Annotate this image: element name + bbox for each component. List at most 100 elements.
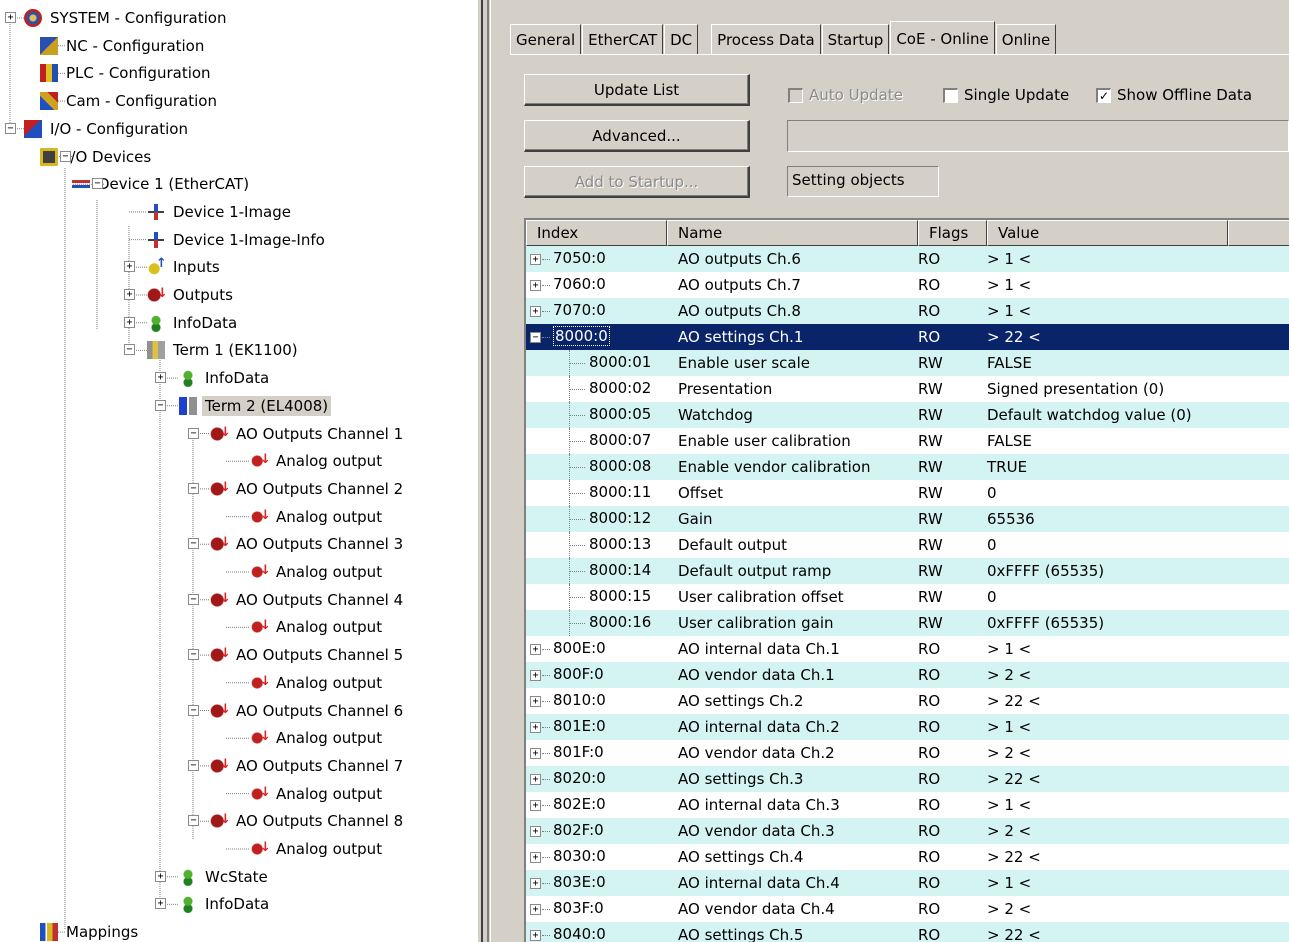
tree-item[interactable]: Analog output	[0, 449, 478, 473]
expand-icon[interactable]: +	[530, 670, 541, 681]
tree-item[interactable]: − Term 1 (EK1100)	[0, 338, 478, 362]
expand-icon[interactable]: +	[530, 852, 541, 863]
table-row[interactable]: 8000:15 User calibration offset RW 0	[526, 584, 1289, 610]
collapse-icon[interactable]: −	[124, 344, 135, 356]
table-row[interactable]: +7050:0 AO outputs Ch.6 RO > 1 <	[526, 246, 1289, 272]
table-row[interactable]: +8010:0 AO settings Ch.2 RO > 22 <	[526, 688, 1289, 714]
table-row[interactable]: − 8000:0 AO settings Ch.1 RO > 22 <	[526, 324, 1289, 350]
tree-item[interactable]: + SYSTEM - Configuration	[0, 6, 478, 30]
expand-icon[interactable]: +	[124, 316, 135, 328]
column-header-flags[interactable]: Flags	[918, 220, 987, 246]
single-update-box[interactable]	[943, 87, 958, 103]
table-row[interactable]: +803F:0 AO vendor data Ch.4 RO > 2 <	[526, 896, 1289, 922]
tree-item-label[interactable]: NC - Configuration	[63, 36, 207, 56]
expand-icon[interactable]: +	[155, 372, 166, 384]
expand-icon[interactable]: +	[530, 904, 541, 915]
expand-icon[interactable]: +	[124, 261, 135, 273]
expand-icon[interactable]: +	[530, 254, 541, 265]
tree-item-label[interactable]: PLC - Configuration	[63, 63, 214, 83]
expand-icon[interactable]: +	[530, 774, 541, 785]
collapse-icon[interactable]: −	[188, 815, 199, 827]
tree-item-label[interactable]: Analog output	[273, 507, 385, 527]
tree-item-label[interactable]: Inputs	[170, 257, 223, 277]
expand-icon[interactable]: +	[530, 826, 541, 837]
column-header-name[interactable]: Name	[667, 220, 918, 246]
expand-icon[interactable]: +	[530, 722, 541, 733]
collapse-icon[interactable]: −	[5, 122, 16, 134]
collapse-icon[interactable]: −	[188, 593, 199, 605]
tree-item-label[interactable]: Device 1-Image	[170, 202, 294, 222]
collapse-icon[interactable]: −	[188, 704, 199, 716]
collapse-icon[interactable]: −	[188, 649, 199, 661]
table-row[interactable]: 8000:11 Offset RW 0	[526, 480, 1289, 506]
tree-item-label[interactable]: Term 1 (EK1100)	[170, 340, 301, 360]
tree-item[interactable]: Device 1-Image-Info	[0, 228, 478, 252]
expand-icon[interactable]: +	[530, 644, 541, 655]
tree-item-label[interactable]: InfoData	[170, 313, 240, 333]
tree-item[interactable]: Cam - Configuration	[0, 89, 478, 113]
tab-startup[interactable]: Startup	[821, 24, 890, 54]
tree-item-label[interactable]: AO Outputs Channel 1	[233, 424, 406, 444]
table-row[interactable]: +803E:0 AO internal data Ch.4 RO > 1 <	[526, 870, 1289, 896]
tree-item-label[interactable]: Outputs	[170, 285, 236, 305]
tree-item[interactable]: − Term 2 (EL4008)	[0, 394, 478, 418]
tab-coe-online[interactable]: CoE - Online	[890, 21, 995, 55]
expand-icon[interactable]: +	[530, 748, 541, 759]
tree-item-label[interactable]: Analog output	[273, 451, 385, 471]
tree-item[interactable]: PLC - Configuration	[0, 61, 478, 85]
collapse-icon[interactable]: −	[530, 332, 541, 343]
tree-item-label[interactable]: Analog output	[273, 562, 385, 582]
tree-item-label[interactable]: Mappings	[63, 922, 141, 942]
tree-item-label[interactable]: Analog output	[273, 784, 385, 804]
tree-item[interactable]: + Inputs	[0, 255, 478, 279]
table-row[interactable]: 8000:12 Gain RW 65536	[526, 506, 1289, 532]
tree-item-label[interactable]: Analog output	[273, 673, 385, 693]
tree-item-label[interactable]: AO Outputs Channel 8	[233, 811, 406, 831]
table-row[interactable]: 8000:13 Default output RW 0	[526, 532, 1289, 558]
tree-item[interactable]: Analog output	[0, 726, 478, 750]
tree-item[interactable]: − I/O - Configuration	[0, 117, 478, 141]
table-row[interactable]: 8000:07 Enable user calibration RW FALSE	[526, 428, 1289, 454]
collapse-icon[interactable]: −	[188, 538, 199, 550]
expand-icon[interactable]: +	[530, 306, 541, 317]
expand-icon[interactable]: +	[5, 12, 16, 23]
auto-update-checkbox[interactable]: Auto Update	[788, 86, 903, 104]
tree-item[interactable]: + Outputs	[0, 283, 478, 307]
tree-item[interactable]: + InfoData	[0, 311, 478, 335]
tab-general[interactable]: General	[510, 24, 582, 54]
tree-item-label[interactable]: I/O Devices	[63, 147, 154, 167]
table-row[interactable]: +8040:0 AO settings Ch.5 RO > 22 <	[526, 922, 1289, 942]
collapse-icon[interactable]: −	[188, 759, 199, 771]
tree-item[interactable]: + WcState	[0, 865, 478, 889]
collapse-icon[interactable]: −	[60, 150, 71, 162]
tree-item-label[interactable]: Device 1-Image-Info	[170, 230, 328, 250]
tree-item[interactable]: Analog output	[0, 505, 478, 529]
tree-item[interactable]: − AO Outputs Channel 8	[0, 809, 478, 833]
tree-item[interactable]: − I/O Devices	[0, 145, 478, 169]
table-row[interactable]: +800F:0 AO vendor data Ch.1 RO > 2 <	[526, 662, 1289, 688]
tree-item-label[interactable]: AO Outputs Channel 5	[233, 645, 406, 665]
tree-item-label[interactable]: Term 2 (EL4008)	[202, 395, 332, 416]
tree-item[interactable]: + InfoData	[0, 366, 478, 390]
pane-splitter[interactable]	[478, 0, 496, 942]
config-tree[interactable]: + SYSTEM - Configuration NC - Configuratio…	[0, 0, 478, 942]
tree-item-label[interactable]: InfoData	[202, 894, 272, 914]
tree-item[interactable]: Analog output	[0, 837, 478, 861]
advanced-button[interactable]: Advanced...	[524, 120, 750, 152]
table-row[interactable]: +802E:0 AO internal data Ch.3 RO > 1 <	[526, 792, 1289, 818]
tree-item[interactable]: NC - Configuration	[0, 34, 478, 58]
tree-item[interactable]: − AO Outputs Channel 5	[0, 643, 478, 667]
table-row[interactable]: 8000:02 Presentation RW Signed presentation…	[526, 376, 1289, 402]
table-row[interactable]: 8000:05 Watchdog RW Default watchdog value …	[526, 402, 1289, 428]
add-to-startup-button[interactable]: Add to Startup...	[524, 166, 750, 198]
tree-item[interactable]: + InfoData	[0, 892, 478, 916]
tab-dc[interactable]: DC	[664, 24, 699, 54]
collapse-icon[interactable]: −	[188, 482, 199, 494]
expand-icon[interactable]: +	[155, 870, 166, 882]
table-row[interactable]: +801F:0 AO vendor data Ch.2 RO > 2 <	[526, 740, 1289, 766]
tree-item[interactable]: − AO Outputs Channel 7	[0, 754, 478, 778]
tree-item[interactable]: Analog output	[0, 615, 478, 639]
table-row[interactable]: +800E:0 AO internal data Ch.1 RO > 1 <	[526, 636, 1289, 662]
tree-item-label[interactable]: WcState	[202, 867, 271, 887]
expand-icon[interactable]: +	[530, 696, 541, 707]
